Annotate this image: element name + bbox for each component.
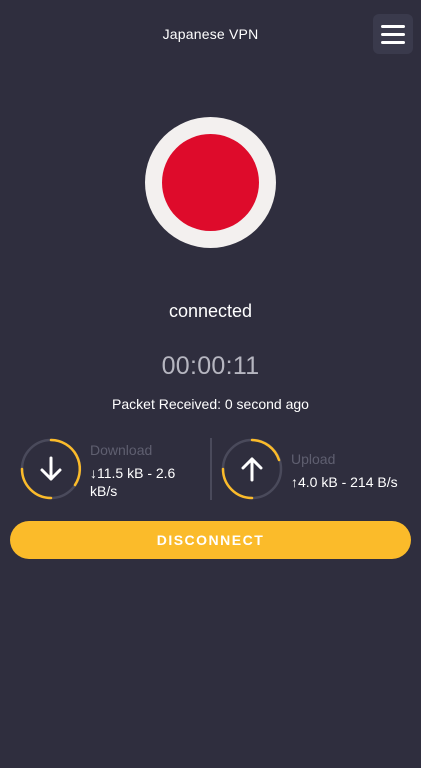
- stats-divider: [210, 438, 212, 500]
- arrow-up-icon: [241, 457, 263, 482]
- upload-label: Upload: [291, 451, 336, 467]
- connection-timer: 00:00:11: [161, 352, 260, 380]
- download-value: ↓11.5 kB - 2.6 kB/s: [90, 464, 175, 500]
- hamburger-menu-icon-bar: [381, 32, 405, 36]
- hamburger-menu-icon: [381, 24, 405, 28]
- connection-status: connected: [168, 301, 253, 321]
- download-progress-ring: [20, 438, 82, 500]
- hamburger-menu-icon-bar: [381, 40, 405, 44]
- packet-received-status: Packet Received: 0 second ago: [112, 396, 309, 412]
- app-title: Japanese VPN: [162, 26, 259, 42]
- disconnect-button[interactable]: DISCONNECT: [10, 521, 411, 559]
- download-value-line-2: kB/s: [90, 483, 118, 499]
- arrow-down-icon: [40, 456, 62, 481]
- download-label: Download: [90, 442, 153, 458]
- upload-value: ↑4.0 kB - 214 B/s: [291, 474, 398, 490]
- flag-red-disc: [162, 134, 259, 231]
- upload-progress-ring: [221, 438, 283, 500]
- download-value-line-1: ↓11.5 kB - 2.6: [90, 465, 176, 481]
- hamburger-menu-button[interactable]: [373, 14, 413, 54]
- japan-flag-icon[interactable]: [145, 117, 276, 248]
